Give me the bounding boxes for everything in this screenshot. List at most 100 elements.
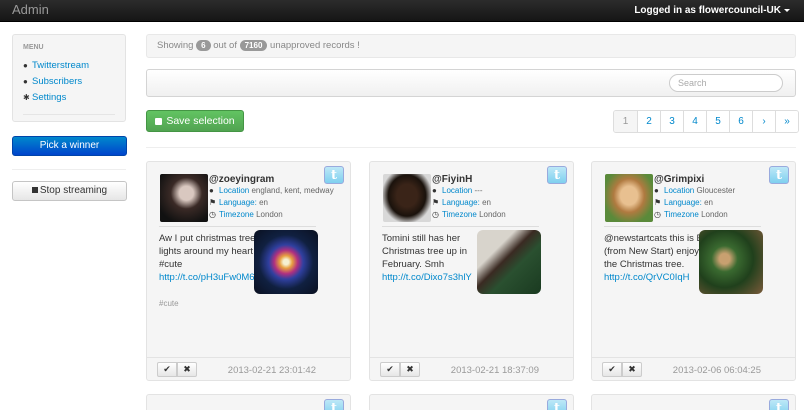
- tweet-body: Tomini still has her Christmas tree up i…: [382, 233, 468, 270]
- avatar: [160, 174, 208, 222]
- last-page[interactable]: »: [775, 111, 798, 132]
- page-3[interactable]: 3: [660, 111, 683, 132]
- tweet-card: t: [146, 394, 351, 410]
- shown-count-badge: 6: [196, 40, 211, 51]
- timezone-row: ◷ Timezone London: [432, 210, 506, 219]
- sidebar-item-label: Settings: [32, 92, 67, 103]
- language-row: ⚑ Language: en: [432, 198, 491, 207]
- location-label: Location: [664, 186, 695, 195]
- sidebar-item-twitterstream[interactable]: ● Twitterstream: [23, 60, 89, 71]
- timezone-value: London: [701, 210, 728, 219]
- clock-icon: ◷: [209, 210, 216, 219]
- tweet-image[interactable]: [254, 230, 318, 294]
- timezone-value: London: [479, 210, 506, 219]
- save-selection-button[interactable]: Save selection: [146, 110, 244, 132]
- sidebar-item-settings[interactable]: ✱ Settings: [23, 92, 66, 103]
- card-footer: ✔ ✖ 2013-02-21 18:37:09: [370, 357, 573, 382]
- hashtag: #cute: [159, 299, 179, 308]
- tweet-card: t: [369, 394, 574, 410]
- clock-icon: ◷: [654, 210, 661, 219]
- user-label: Logged in as flowercouncil-UK: [634, 5, 781, 16]
- stop-icon: [31, 187, 38, 193]
- sidebar: MENU ● Twitterstream ● Subscribers ✱ Settin…: [12, 34, 126, 122]
- sidebar-item-subscribers[interactable]: ● Subscribers: [23, 76, 82, 87]
- gear-icon: ✱: [23, 93, 30, 102]
- search-input[interactable]: [669, 74, 783, 92]
- globe-icon: ●: [23, 61, 28, 70]
- stop-streaming-label: Stop streaming: [39, 185, 108, 196]
- timestamp: 2013-02-21 18:37:09: [450, 365, 539, 376]
- save-icon: [155, 118, 163, 125]
- location-row: ● Location Gloucester: [654, 186, 735, 195]
- timestamp: 2013-02-06 06:04:25: [672, 365, 761, 376]
- location-icon: ●: [654, 186, 659, 195]
- twitter-icon: t: [547, 166, 567, 184]
- location-icon: ●: [209, 186, 214, 195]
- page-2[interactable]: 2: [637, 111, 660, 132]
- flag-icon: ⚑: [654, 198, 662, 207]
- reject-button[interactable]: ✖: [622, 362, 642, 377]
- username[interactable]: @Grimpixi: [654, 174, 704, 185]
- location-row: ● Location ---: [432, 186, 482, 195]
- twitter-icon: t: [769, 166, 789, 184]
- timestamp: 2013-02-21 23:01:42: [227, 365, 316, 376]
- approve-button[interactable]: ✔: [602, 362, 622, 377]
- timezone-row: ◷ Timezone London: [654, 210, 728, 219]
- language-row: ⚑ Language: en: [209, 198, 268, 207]
- page-1[interactable]: 1: [614, 111, 637, 132]
- location-value: england, kent, medway: [251, 186, 334, 195]
- tweet-link[interactable]: http://t.co/QrVC0IqH: [604, 272, 690, 283]
- location-value: ---: [474, 186, 483, 195]
- language-value: en: [704, 198, 713, 207]
- reject-button[interactable]: ✖: [177, 362, 197, 377]
- stop-streaming-button[interactable]: Stop streaming: [12, 181, 127, 201]
- timezone-label: Timezone: [442, 210, 477, 219]
- location-label: Location: [442, 186, 473, 195]
- divider: [12, 169, 126, 170]
- next-page[interactable]: ›: [752, 111, 775, 132]
- total-count-badge: 7160: [239, 40, 268, 51]
- approve-button[interactable]: ✔: [380, 362, 400, 377]
- divider: [604, 226, 761, 227]
- pick-winner-button[interactable]: Pick a winner: [12, 136, 127, 156]
- username[interactable]: @FiyinH: [432, 174, 472, 185]
- twitter-icon: t: [547, 399, 567, 410]
- pagination: 1 2 3 4 5 6 › »: [613, 110, 799, 133]
- language-value: en: [482, 198, 491, 207]
- caret-down-icon: [784, 8, 790, 12]
- timezone-label: Timezone: [219, 210, 254, 219]
- tweet-link[interactable]: http://t.co/pH3uFw0M6Z: [159, 272, 260, 283]
- sidebar-item-label: Twitterstream: [32, 60, 90, 71]
- approve-button[interactable]: ✔: [157, 362, 177, 377]
- tweet-link[interactable]: http://t.co/Dixo7s3hlY: [382, 272, 472, 283]
- brand[interactable]: Admin: [12, 2, 49, 17]
- menu-header: MENU: [23, 44, 44, 51]
- language-value: en: [259, 198, 268, 207]
- location-value: Gloucester: [696, 186, 736, 195]
- card-footer: ✔ ✖ 2013-02-21 23:01:42: [147, 357, 350, 382]
- page-5[interactable]: 5: [706, 111, 729, 132]
- clock-icon: ◷: [432, 210, 439, 219]
- avatar: [383, 174, 431, 222]
- language-row: ⚑ Language: en: [654, 198, 713, 207]
- user-menu[interactable]: Logged in as flowercouncil-UK: [634, 5, 790, 16]
- timezone-value: London: [256, 210, 283, 219]
- tweet-card: @FiyinH ● Location --- ⚑ Language: en ◷ Tim…: [369, 161, 574, 381]
- location-row: ● Location england, kent, medway: [209, 186, 334, 195]
- tweet-image[interactable]: [477, 230, 541, 294]
- tweet-card: @Grimpixi ● Location Gloucester ⚑ Language…: [591, 161, 796, 381]
- flag-icon: ⚑: [432, 198, 440, 207]
- tweet-image[interactable]: [699, 230, 763, 294]
- twitter-icon: t: [324, 166, 344, 184]
- timezone-row: ◷ Timezone London: [209, 210, 283, 219]
- status-suffix: unapproved records !: [270, 40, 360, 51]
- twitter-icon: t: [324, 399, 344, 410]
- reject-button[interactable]: ✖: [400, 362, 420, 377]
- avatar: [605, 174, 653, 222]
- username[interactable]: @zoeyingram: [209, 174, 274, 185]
- user-icon: ●: [23, 77, 28, 86]
- page-6[interactable]: 6: [729, 111, 752, 132]
- page-4[interactable]: 4: [683, 111, 706, 132]
- card-footer: ✔ ✖ 2013-02-06 06:04:25: [592, 357, 795, 382]
- status-prefix: Showing: [157, 40, 194, 51]
